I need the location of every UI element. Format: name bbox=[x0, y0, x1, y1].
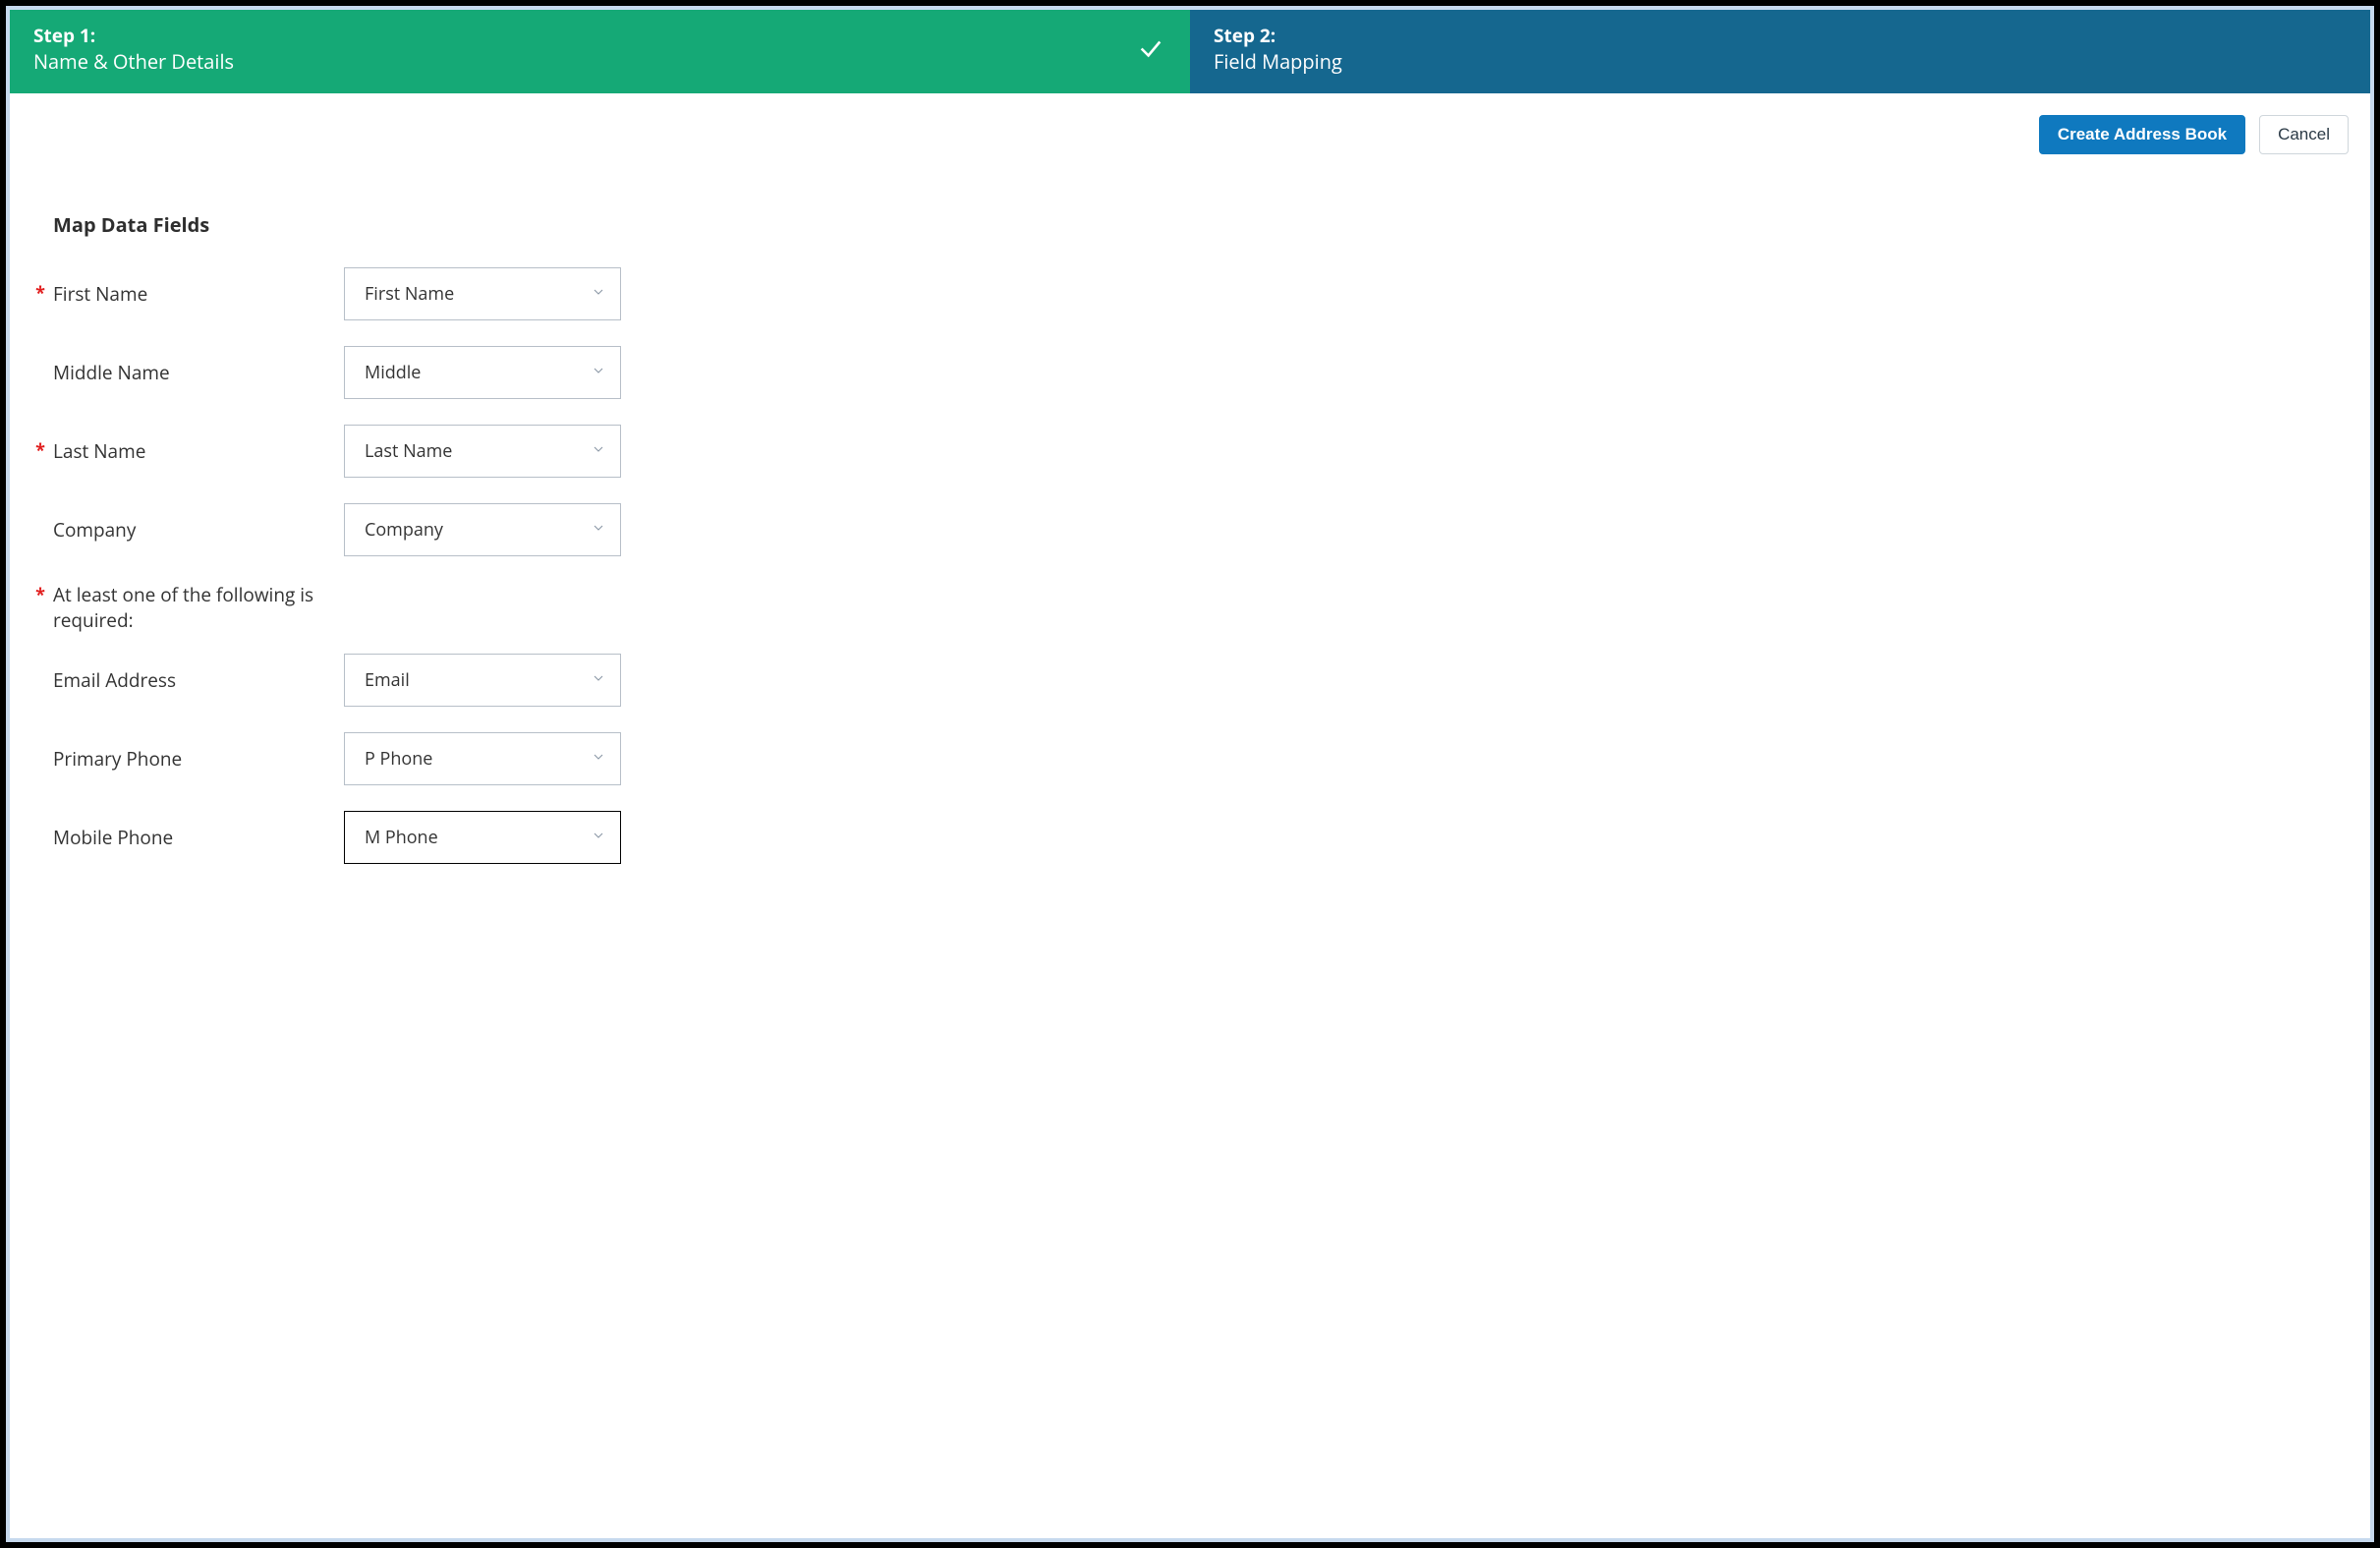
row-last-name: * Last Name Last Name bbox=[31, 425, 2349, 478]
chevron-down-icon bbox=[591, 439, 606, 463]
wizard-steps: Step 1: Name & Other Details Step 2: Fie… bbox=[10, 10, 2370, 93]
select-primary-phone[interactable]: P Phone bbox=[344, 732, 621, 785]
row-middle-name: Middle Name Middle bbox=[31, 346, 2349, 399]
action-bar: Create Address Book Cancel bbox=[10, 93, 2370, 154]
row-at-least-one: * At least one of the following is requi… bbox=[31, 582, 2349, 634]
step-2-title: Step 2: bbox=[1214, 24, 2347, 48]
check-icon bbox=[1137, 35, 1164, 68]
chevron-down-icon bbox=[591, 747, 606, 771]
required-marker: * bbox=[31, 282, 49, 305]
label-primary-phone: Primary Phone bbox=[49, 746, 344, 772]
label-email: Email Address bbox=[49, 667, 344, 693]
chevron-down-icon bbox=[591, 518, 606, 542]
content-area: Map Data Fields * First Name First Name … bbox=[10, 154, 2370, 889]
step-2[interactable]: Step 2: Field Mapping bbox=[1190, 10, 2370, 93]
select-value: Last Name bbox=[365, 439, 452, 463]
field-mapping-form: * First Name First Name Middle Name Midd… bbox=[31, 267, 2349, 864]
chevron-down-icon bbox=[591, 282, 606, 306]
label-company: Company bbox=[49, 517, 344, 543]
chevron-down-icon bbox=[591, 826, 606, 849]
label-middle-name: Middle Name bbox=[49, 360, 344, 385]
required-marker: * bbox=[31, 439, 49, 462]
select-mobile-phone[interactable]: M Phone bbox=[344, 811, 621, 864]
select-email[interactable]: Email bbox=[344, 654, 621, 707]
select-value: M Phone bbox=[365, 826, 438, 849]
select-value: P Phone bbox=[365, 747, 432, 771]
row-mobile-phone: Mobile Phone M Phone bbox=[31, 811, 2349, 864]
required-marker: * bbox=[31, 582, 49, 606]
step-2-subtitle: Field Mapping bbox=[1214, 48, 2347, 76]
row-first-name: * First Name First Name bbox=[31, 267, 2349, 320]
select-first-name[interactable]: First Name bbox=[344, 267, 621, 320]
select-company[interactable]: Company bbox=[344, 503, 621, 556]
select-last-name[interactable]: Last Name bbox=[344, 425, 621, 478]
label-first-name: First Name bbox=[49, 281, 344, 307]
select-middle-name[interactable]: Middle bbox=[344, 346, 621, 399]
select-value: Email bbox=[365, 668, 410, 692]
select-value: Middle bbox=[365, 361, 421, 384]
label-mobile-phone: Mobile Phone bbox=[49, 825, 344, 850]
row-primary-phone: Primary Phone P Phone bbox=[31, 732, 2349, 785]
label-last-name: Last Name bbox=[49, 438, 344, 464]
step-1[interactable]: Step 1: Name & Other Details bbox=[10, 10, 1190, 93]
select-value: First Name bbox=[365, 282, 454, 306]
at-least-one-message: At least one of the following is require… bbox=[49, 582, 344, 634]
step-1-subtitle: Name & Other Details bbox=[33, 48, 1166, 76]
step-1-title: Step 1: bbox=[33, 24, 1166, 48]
section-title: Map Data Fields bbox=[53, 211, 2349, 238]
select-value: Company bbox=[365, 518, 443, 542]
chevron-down-icon bbox=[591, 361, 606, 384]
chevron-down-icon bbox=[591, 668, 606, 692]
wizard-window: Step 1: Name & Other Details Step 2: Fie… bbox=[6, 6, 2374, 1542]
create-address-book-button[interactable]: Create Address Book bbox=[2039, 115, 2245, 154]
row-email: Email Address Email bbox=[31, 654, 2349, 707]
cancel-button[interactable]: Cancel bbox=[2259, 115, 2349, 154]
row-company: Company Company bbox=[31, 503, 2349, 556]
